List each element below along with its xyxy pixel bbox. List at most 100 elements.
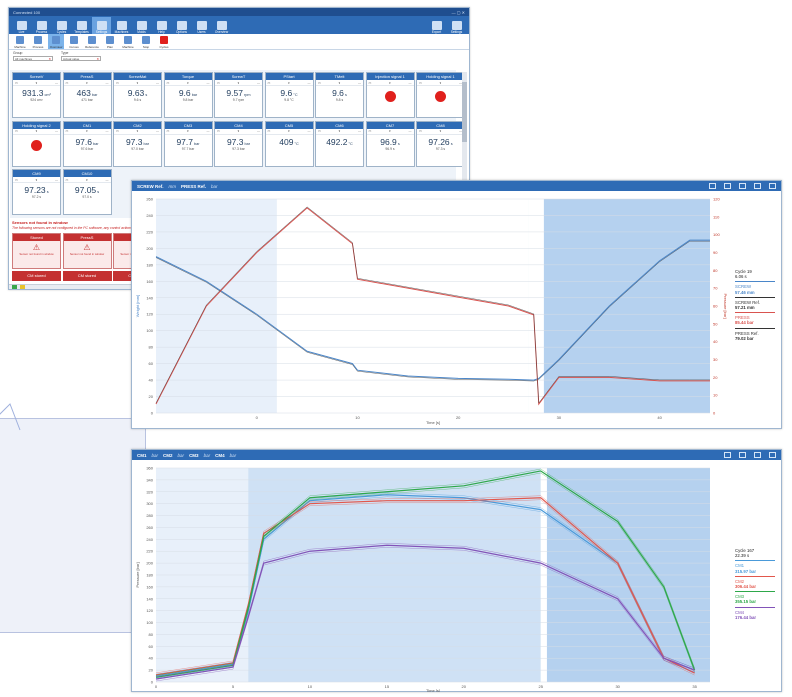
settings-icon[interactable]: ⋯ [55,178,58,182]
chart-type-icon[interactable] [739,183,746,189]
mode-dropdown-icon[interactable]: ▾ [288,81,290,85]
sensor-card[interactable]: PressS ▭ ▾ ⋯ 463 bar 471 bar [62,72,112,118]
sensor-card[interactable]: CM4 ▭ ▾ ⋯ 97.3 bar 97.3 bar [214,120,263,167]
ribbon-button[interactable]: Cycles [52,17,71,34]
ribbon-button[interactable]: Users [192,17,211,34]
series-header-name[interactable]: CM1 [137,453,147,458]
sensor-card-controls[interactable]: ▭ ▾ ⋯ [316,129,363,135]
sensor-card[interactable]: ScrewV ▭ ▾ ⋯ 931.3 cm³ 924 cm³ [12,72,61,118]
sensor-card[interactable]: CM5 ▭ ▾ ⋯ 409 °C [264,120,314,167]
mode-dropdown-icon[interactable]: ▾ [137,81,139,85]
sensor-card[interactable]: CM6 ▭ ▾ ⋯ 492.2 °C [315,120,364,167]
sensor-card-controls[interactable]: ▭ ▾ ⋯ [215,129,262,135]
sensor-card[interactable]: ScrewT ▭ ▾ ⋯ 9.57 rpm 9.7 rpm [214,72,263,118]
ribbon-button[interactable]: Options [172,17,191,34]
ribbon-button[interactable]: Process [32,17,51,34]
ribbon-button[interactable]: Settings [447,17,466,34]
sensor-card-controls[interactable]: ▭ ▾ ⋯ [215,80,262,86]
sensor-card[interactable]: CM9 ▭ ▾ ⋯ 97.23 s 97.2 s [12,169,61,215]
sensor-card[interactable]: PStart ▭ ▾ ⋯ 9.6 °C 9.8 °C [264,72,314,118]
ribbon-button[interactable]: Settings [92,17,111,34]
sensor-card[interactable]: CM2 ▭ ▾ ⋯ 97.3 bar 97.0 bar [113,120,162,167]
settings-icon[interactable]: ⋯ [206,129,209,133]
subbar-button[interactable]: Reference [84,34,100,49]
settings-icon[interactable]: ⋯ [206,81,209,85]
sensor-card-controls[interactable]: ▭ ▾ ⋯ [366,129,414,135]
mode-dropdown-icon[interactable]: ▾ [86,81,88,85]
subbar-button[interactable]: Curves [66,34,82,49]
ribbon-button[interactable]: Export [427,17,446,34]
subbar-button[interactable]: Overview [48,34,64,49]
settings-icon[interactable]: ⋯ [257,81,260,85]
sensor-card[interactable]: ScrewMat ▭ ▾ ⋯ 9.63 s 9.6 s [113,72,162,118]
settings-icon[interactable]: ⋯ [156,129,159,133]
sensor-card-controls[interactable]: ▭ ▾ ⋯ [13,129,60,135]
sensor-card-controls[interactable]: ▭ ▾ ⋯ [265,80,313,86]
table-icon[interactable] [754,183,761,189]
settings-icon[interactable]: ⋯ [358,81,361,85]
mode-dropdown-icon[interactable]: ▾ [440,129,442,133]
sensor-card[interactable]: CM1 ▭ ▾ ⋯ 97.6 bar 97.6 bar [62,120,112,167]
ribbon-button[interactable]: Help [152,17,171,34]
mode-dropdown-icon[interactable]: ▾ [389,81,391,85]
settings-icon[interactable]: ⋯ [408,81,411,85]
settings-icon[interactable]: ⋯ [408,129,411,133]
mode-dropdown-icon[interactable]: ▾ [288,129,290,133]
subbar-button[interactable]: Process [30,34,46,49]
settings-icon[interactable]: ⋯ [257,129,260,133]
series-header-name[interactable]: CM2 [163,453,173,458]
mode-dropdown-icon[interactable]: ▾ [187,129,189,133]
mode-dropdown-icon[interactable]: ▾ [86,129,88,133]
settings-icon[interactable]: ⋯ [307,129,310,133]
sensor-card[interactable]: TMelt ▭ ▾ ⋯ 9.6 s 9.8 s [315,72,364,118]
subbar-button[interactable]: Machine [120,34,136,49]
settings-icon[interactable]: ⋯ [307,81,310,85]
sensor-card-controls[interactable]: ▭ ▾ ⋯ [265,129,313,135]
ribbon-button[interactable]: Machines [112,17,131,34]
ribbon-button[interactable]: Live [12,17,31,34]
settings-icon[interactable]: ⋯ [105,81,108,85]
settings-icon[interactable]: ⋯ [156,81,159,85]
zoom-icon[interactable] [724,183,731,189]
series-header-name[interactable]: PRESS Ref. [181,184,206,189]
series-header-name[interactable]: SCREW Ref. [137,184,164,189]
filter-type-select[interactable]: Actual value ✕ [61,56,101,61]
settings-icon[interactable]: ⋯ [55,81,58,85]
window-controls-icon[interactable]: — ▢ ✕ [452,10,465,15]
chart-type-icon[interactable] [754,452,761,458]
sensor-card-controls[interactable]: ▭ ▾ ⋯ [417,129,464,135]
sensor-card-controls[interactable]: ▭ ▾ ⋯ [114,129,161,135]
export-icon[interactable] [709,183,716,189]
mode-dropdown-icon[interactable]: ▾ [86,178,88,182]
series-header-name[interactable]: CM4 [215,453,225,458]
subbar-button[interactable]: Plan [102,34,118,49]
sensor-card[interactable]: CM3 ▭ ▾ ⋯ 97.7 bar 97.7 bar [163,120,213,167]
mode-dropdown-icon[interactable]: ▾ [137,129,139,133]
mode-dropdown-icon[interactable]: ▾ [36,129,38,133]
ribbon-button[interactable]: Molds [132,17,151,34]
mode-dropdown-icon[interactable]: ▾ [339,81,341,85]
sensor-card-controls[interactable]: ▭ ▾ ⋯ [13,177,60,183]
sensor-card[interactable]: CM7 ▭ ▾ ⋯ 96.9 s 96.9 s [365,120,415,167]
ribbon-button[interactable]: Overview [212,17,231,34]
filter-group-select[interactable]: All machines ✕ [13,56,53,61]
sensor-card-controls[interactable]: ▭ ▾ ⋯ [63,177,111,183]
mode-dropdown-icon[interactable]: ▾ [36,81,38,85]
sensor-card-controls[interactable]: ▭ ▾ ⋯ [164,129,212,135]
mode-dropdown-icon[interactable]: ▾ [389,129,391,133]
mode-dropdown-icon[interactable]: ▾ [238,81,240,85]
mode-dropdown-icon[interactable]: ▾ [238,129,240,133]
mode-dropdown-icon[interactable]: ▾ [440,81,442,85]
settings-icon[interactable]: ⋯ [358,129,361,133]
window-icon[interactable] [769,183,776,189]
sensor-card-controls[interactable]: ▭ ▾ ⋯ [164,80,212,86]
sensor-card-controls[interactable]: ▭ ▾ ⋯ [366,80,414,86]
sensor-card[interactable]: CM10 ▭ ▾ ⋯ 97.05 s 97.0 s [62,169,112,215]
ribbon-button[interactable]: Templates [72,17,91,34]
sensor-card-controls[interactable]: ▭ ▾ ⋯ [114,80,161,86]
series-header-name[interactable]: CM3 [189,453,199,458]
sensor-card[interactable]: CM8 ▭ ▾ ⋯ 97.26 s 97.3 s [416,120,465,167]
sensor-card-controls[interactable]: ▭ ▾ ⋯ [316,80,363,86]
subbar-button[interactable]: Cycles [156,34,172,49]
clear-icon[interactable]: ✕ [96,57,100,61]
